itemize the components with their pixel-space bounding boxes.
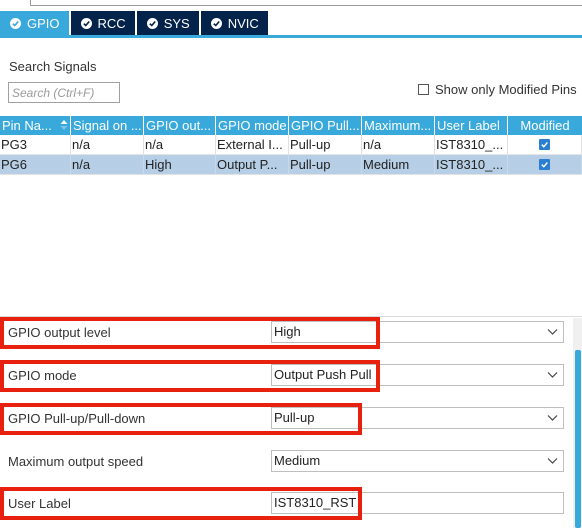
table-row[interactable]: PG3 n/a n/a External I... Pull-up n/a IS… — [0, 135, 582, 155]
modified-checkbox[interactable] — [539, 159, 550, 170]
chevron-down-icon — [547, 458, 558, 464]
max-output-speed-label: Maximum output speed — [8, 454, 144, 469]
tab-underline — [0, 35, 582, 38]
table-header: Pin Na... Signal on ... GPIO out... GPIO… — [0, 116, 582, 135]
select-value: High — [274, 324, 301, 339]
check-circle-icon — [146, 17, 158, 29]
tab-label: SYS — [163, 15, 190, 31]
chevron-down-icon — [547, 415, 558, 421]
show-modified-checkbox[interactable] — [418, 84, 429, 95]
cell-modified[interactable] — [508, 155, 582, 174]
tab-label: NVIC — [227, 15, 259, 31]
gpio-mode-select[interactable]: Output Push Pull — [271, 364, 564, 386]
search-input[interactable] — [8, 82, 120, 103]
cell-speed: Medium — [362, 155, 435, 174]
col-header-user-label[interactable]: User Label — [435, 116, 508, 135]
col-header-max-speed[interactable]: Maximum... — [362, 116, 435, 135]
select-value: Output Push Pull — [274, 367, 372, 382]
sort-arrows-icon — [60, 120, 68, 130]
user-label-label: User Label — [8, 496, 71, 511]
col-header-gpio-pull[interactable]: GPIO Pull... — [289, 116, 362, 135]
show-modified-toggle[interactable]: Show only Modified Pins — [418, 82, 577, 97]
tab-label: GPIO — [27, 15, 60, 31]
pin-table: Pin Na... Signal on ... GPIO out... GPIO… — [0, 116, 582, 175]
tab-nvic[interactable]: NVIC — [200, 11, 268, 35]
max-output-speed-select[interactable]: Medium — [271, 450, 564, 472]
tab-rcc[interactable]: RCC — [70, 11, 135, 35]
chevron-down-icon — [547, 329, 558, 335]
cell-signal: n/a — [71, 155, 144, 174]
col-header-signal[interactable]: Signal on ... — [71, 116, 144, 135]
col-header-gpio-mode[interactable]: GPIO mode — [216, 116, 289, 135]
cell-pull: Pull-up — [289, 155, 362, 174]
cell-output: High — [144, 155, 216, 174]
gpio-pull-select[interactable]: Pull-up — [271, 407, 564, 429]
select-value: Medium — [274, 453, 321, 468]
gpio-output-level-label: GPIO output level — [8, 325, 111, 340]
cell-pin: PG6 — [0, 155, 71, 174]
col-header-pin-name[interactable]: Pin Na... — [0, 116, 71, 135]
cell-modified[interactable] — [508, 135, 582, 154]
col-header-modified[interactable]: Modified — [508, 116, 582, 135]
cell-user-label: IST8310_... — [435, 155, 508, 174]
check-circle-icon — [10, 17, 21, 29]
cell-speed: n/a — [362, 135, 435, 154]
cell-pin: PG3 — [0, 135, 71, 154]
cell-mode: Output P... — [216, 155, 289, 174]
gpio-output-level-select[interactable]: High — [271, 321, 564, 343]
search-signals-label: Search Signals — [9, 59, 97, 74]
chevron-down-icon — [547, 372, 558, 378]
tab-gpio[interactable]: GPIO — [0, 11, 69, 35]
gpio-mode-label: GPIO mode — [8, 368, 77, 383]
cell-user-label: IST8310_... — [435, 135, 508, 154]
cell-output: n/a — [144, 135, 216, 154]
cell-mode: External I... — [216, 135, 289, 154]
modified-checkbox[interactable] — [539, 139, 550, 150]
tab-bar: GPIO RCC SYS NVIC — [0, 11, 270, 35]
col-header-gpio-output[interactable]: GPIO out... — [144, 116, 216, 135]
cell-signal: n/a — [71, 135, 144, 154]
tab-label: RCC — [97, 15, 126, 31]
tab-sys[interactable]: SYS — [136, 11, 199, 35]
show-modified-label: Show only Modified Pins — [435, 82, 577, 97]
user-label-input[interactable]: IST8310_RST — [271, 492, 564, 514]
top-panel-border — [30, 0, 582, 6]
check-circle-icon — [80, 17, 92, 29]
select-value: Pull-up — [274, 410, 315, 425]
check-circle-icon — [210, 17, 222, 29]
table-row-selected[interactable]: PG6 n/a High Output P... Pull-up Medium … — [0, 155, 582, 175]
scrollbar-thumb[interactable] — [575, 350, 581, 528]
gpio-pull-label: GPIO Pull-up/Pull-down — [8, 411, 146, 426]
cell-pull: Pull-up — [289, 135, 362, 154]
